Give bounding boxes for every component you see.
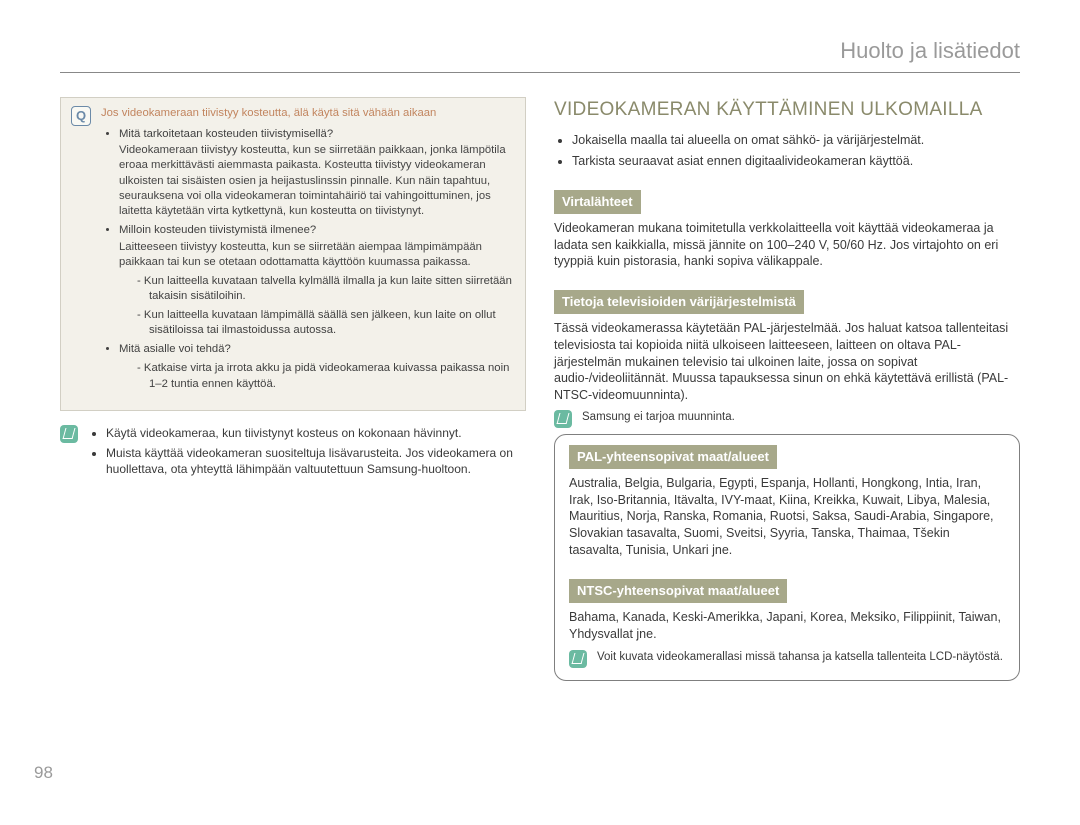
question-1: Mitä tarkoitetaan kosteuden tiivistymise… (119, 127, 515, 220)
ntsc-countries: Bahama, Kanada, Keski-Amerikka, Japani, … (569, 609, 1005, 643)
pal-heading: PAL-yhteensopivat maat/alueet (569, 445, 777, 469)
abroad-section-title: VIDEOKAMERAN KÄYTTÄMINEN ULKOMAILLA (554, 97, 1020, 123)
moisture-notice-box: Q Jos videokameraan tiivistyy kosteutta,… (60, 97, 526, 411)
lcd-note: Voit kuvata videokamerallasi missä tahan… (569, 650, 1005, 668)
answer-2-text: Laitteeseen tiivistyy kosteutta, kun se … (119, 240, 515, 271)
compatibility-box: PAL-yhteensopivat maat/alueet Australia,… (554, 434, 1020, 681)
answer-2-dash-2: Kun laitteella kuvataan lämpimällä sääll… (137, 308, 515, 339)
page-header: Huolto ja lisätiedot (60, 36, 1020, 73)
tv-systems-heading: Tietoja televisioiden värijärjestelmistä (554, 290, 804, 314)
question-1-text: Mitä tarkoitetaan kosteuden tiivistymise… (119, 128, 333, 140)
right-column: VIDEOKAMERAN KÄYTTÄMINEN ULKOMAILLA Joka… (554, 97, 1020, 682)
tip-2: Muista käyttää videokameran suositeltuja… (106, 445, 526, 477)
tip-1: Käytä videokameraa, kun tiivistynyt kost… (106, 425, 526, 441)
intro-bullet-2: Tarkista seuraavat asiat ennen digitaali… (572, 153, 1020, 170)
lcd-note-text: Voit kuvata videokamerallasi missä tahan… (597, 650, 1003, 666)
power-sources-paragraph: Videokameran mukana toimitetulla verkkol… (554, 220, 1020, 271)
page-number: 98 (34, 762, 53, 785)
search-icon: Q (71, 106, 91, 126)
note-icon (569, 650, 587, 668)
question-3: Mitä asialle voi tehdä? Katkaise virta j… (119, 342, 515, 392)
answer-3-dash-1: Katkaise virta ja irrota akku ja pidä vi… (137, 361, 515, 392)
answer-1-text: Videokameraan tiivistyy kosteutta, kun s… (119, 143, 515, 219)
moisture-notice-title: Jos videokameraan tiivistyy kosteutta, ä… (101, 106, 515, 121)
note-icon (60, 425, 78, 443)
tv-systems-note: Samsung ei tarjoa muunninta. (554, 410, 1020, 428)
moisture-notice-body: Jos videokameraan tiivistyy kosteutta, ä… (101, 106, 515, 398)
ntsc-heading: NTSC-yhteensopivat maat/alueet (569, 579, 787, 603)
answer-2-dash-1: Kun laitteella kuvataan talvella kylmäll… (137, 274, 515, 305)
question-3-text: Mitä asialle voi tehdä? (119, 343, 231, 355)
question-2-text: Milloin kosteuden tiivistymistä ilmenee? (119, 224, 316, 236)
pal-countries: Australia, Belgia, Bulgaria, Egypti, Esp… (569, 475, 1005, 559)
tv-systems-note-text: Samsung ei tarjoa muunninta. (582, 410, 735, 426)
intro-bullet-1: Jokaisella maalla tai alueella on omat s… (572, 132, 1020, 149)
question-2: Milloin kosteuden tiivistymistä ilmenee?… (119, 223, 515, 338)
usage-tips-note: Käytä videokameraa, kun tiivistynyt kost… (60, 425, 526, 482)
left-column: Q Jos videokameraan tiivistyy kosteutta,… (60, 97, 526, 682)
note-icon (554, 410, 572, 428)
page-content: Q Jos videokameraan tiivistyy kosteutta,… (60, 97, 1020, 682)
power-sources-heading: Virtalähteet (554, 190, 641, 214)
tv-systems-paragraph: Tässä videokamerassa käytetään PAL-järje… (554, 320, 1020, 404)
